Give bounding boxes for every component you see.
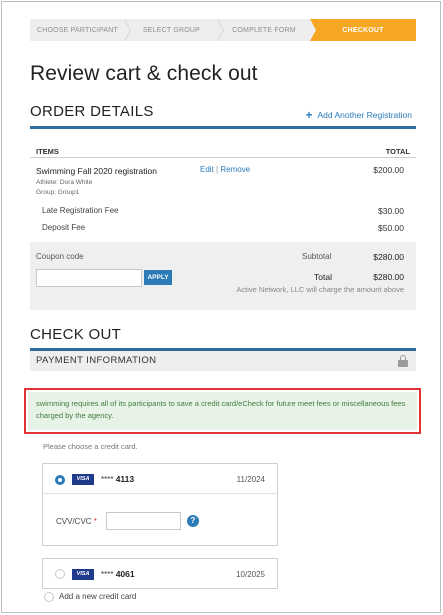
saved-card-1[interactable]: VISA **** 4113 11/2024 CVV/CVC * ? bbox=[42, 463, 278, 546]
step-label: SELECT GROUP bbox=[142, 26, 201, 34]
card-number: **** 4061 bbox=[101, 569, 135, 579]
card-number: **** 4113 bbox=[101, 474, 134, 484]
step-select-group[interactable]: SELECT GROUP bbox=[125, 19, 224, 41]
card-last4: 4061 bbox=[115, 569, 135, 579]
cvv-label-text: CVV/CVC bbox=[56, 517, 92, 526]
checkout-heading: CHECK OUT bbox=[30, 326, 122, 343]
card-radio[interactable] bbox=[55, 569, 65, 579]
required-marker: * bbox=[93, 517, 97, 526]
item-price: $200.00 bbox=[373, 165, 404, 175]
step-complete-form[interactable]: COMPLETE FORM bbox=[218, 19, 310, 41]
checkout-header: CHECK OUT bbox=[30, 326, 416, 351]
item-athlete: Athlete: Dora White bbox=[36, 179, 93, 186]
edit-link[interactable]: Edit bbox=[200, 165, 214, 174]
item-group: Group: Group1 bbox=[36, 189, 80, 196]
card-last4: 4113 bbox=[115, 474, 135, 484]
card-required-alert: swimming requires all of its participant… bbox=[24, 388, 421, 434]
question-icon[interactable]: ? bbox=[187, 515, 199, 527]
coupon-code-input[interactable] bbox=[36, 269, 142, 287]
add-registration-label: Add Another Registration bbox=[317, 110, 412, 120]
progress-steps: CHOOSE PARTICIPANT SELECT GROUP COMPLETE… bbox=[30, 19, 416, 41]
action-separator: | bbox=[216, 165, 219, 174]
step-label: CHECKOUT bbox=[342, 26, 384, 34]
fee-name: Late Registration Fee bbox=[42, 206, 119, 215]
subtotal-value: $280.00 bbox=[373, 252, 404, 262]
fee-row-late-registration: Late Registration Fee $30.00 bbox=[30, 206, 416, 218]
remove-link[interactable]: Remove bbox=[220, 165, 250, 174]
total-value: $280.00 bbox=[373, 272, 404, 282]
card-mask: **** bbox=[101, 475, 114, 484]
payment-information-bar: PAYMENT INFORMATION bbox=[30, 351, 416, 371]
choose-card-label: Please choose a credit card. bbox=[43, 442, 138, 451]
step-separator bbox=[124, 19, 131, 41]
card-expiry: 10/2025 bbox=[236, 570, 265, 579]
alert-message: swimming requires all of its participant… bbox=[36, 399, 406, 420]
coupon-code-label: Coupon code bbox=[36, 252, 84, 261]
subtotal-label: Subtotal bbox=[302, 252, 332, 261]
total-label: Total bbox=[314, 272, 332, 282]
plus-icon: + bbox=[305, 108, 313, 122]
visa-icon: VISA bbox=[72, 474, 94, 485]
fee-price: $30.00 bbox=[378, 206, 404, 216]
card-radio-selected[interactable] bbox=[55, 475, 65, 485]
saved-card-2[interactable]: VISA **** 4061 10/2025 bbox=[42, 558, 278, 589]
apply-coupon-button[interactable]: APPLY bbox=[144, 270, 172, 285]
step-label: CHOOSE PARTICIPANT bbox=[37, 26, 118, 34]
lock-icon bbox=[398, 355, 408, 367]
add-registration-link[interactable]: + Add Another Registration bbox=[305, 108, 412, 122]
fee-row-deposit: Deposit Fee $50.00 bbox=[30, 223, 416, 235]
add-card-radio[interactable] bbox=[44, 592, 54, 602]
item-name: Swimming Fall 2020 registration bbox=[36, 166, 157, 176]
fee-price: $50.00 bbox=[378, 223, 404, 233]
items-table-header: ITEMS TOTAL bbox=[30, 145, 416, 158]
item-actions: Edit | Remove bbox=[200, 165, 250, 174]
totals-panel: Coupon code APPLY Subtotal $280.00 Total… bbox=[30, 242, 416, 310]
items-column-header: ITEMS bbox=[36, 147, 59, 156]
add-card-label: Add a new credit card bbox=[59, 592, 137, 601]
step-checkout: CHECKOUT bbox=[310, 19, 416, 41]
cvv-label: CVV/CVC * bbox=[56, 517, 97, 526]
checkout-page: CHOOSE PARTICIPANT SELECT GROUP COMPLETE… bbox=[1, 1, 441, 613]
page-title: Review cart & check out bbox=[30, 62, 258, 85]
card-expiry: 11/2024 bbox=[236, 475, 265, 484]
cvv-input[interactable] bbox=[106, 512, 181, 530]
order-details-header: ORDER DETAILS + Add Another Registration bbox=[30, 103, 416, 129]
charge-note: Active Network, LLC will charge the amou… bbox=[236, 285, 404, 294]
card-summary[interactable]: VISA **** 4113 11/2024 bbox=[43, 464, 277, 494]
card-mask: **** bbox=[101, 570, 114, 579]
visa-icon: VISA bbox=[72, 569, 94, 580]
fee-name: Deposit Fee bbox=[42, 223, 86, 232]
step-choose-participant[interactable]: CHOOSE PARTICIPANT bbox=[30, 19, 131, 41]
step-separator bbox=[217, 19, 224, 41]
total-column-header: TOTAL bbox=[385, 147, 410, 156]
payment-information-heading: PAYMENT INFORMATION bbox=[36, 355, 157, 366]
step-separator bbox=[310, 19, 316, 41]
step-label: COMPLETE FORM bbox=[232, 26, 296, 34]
